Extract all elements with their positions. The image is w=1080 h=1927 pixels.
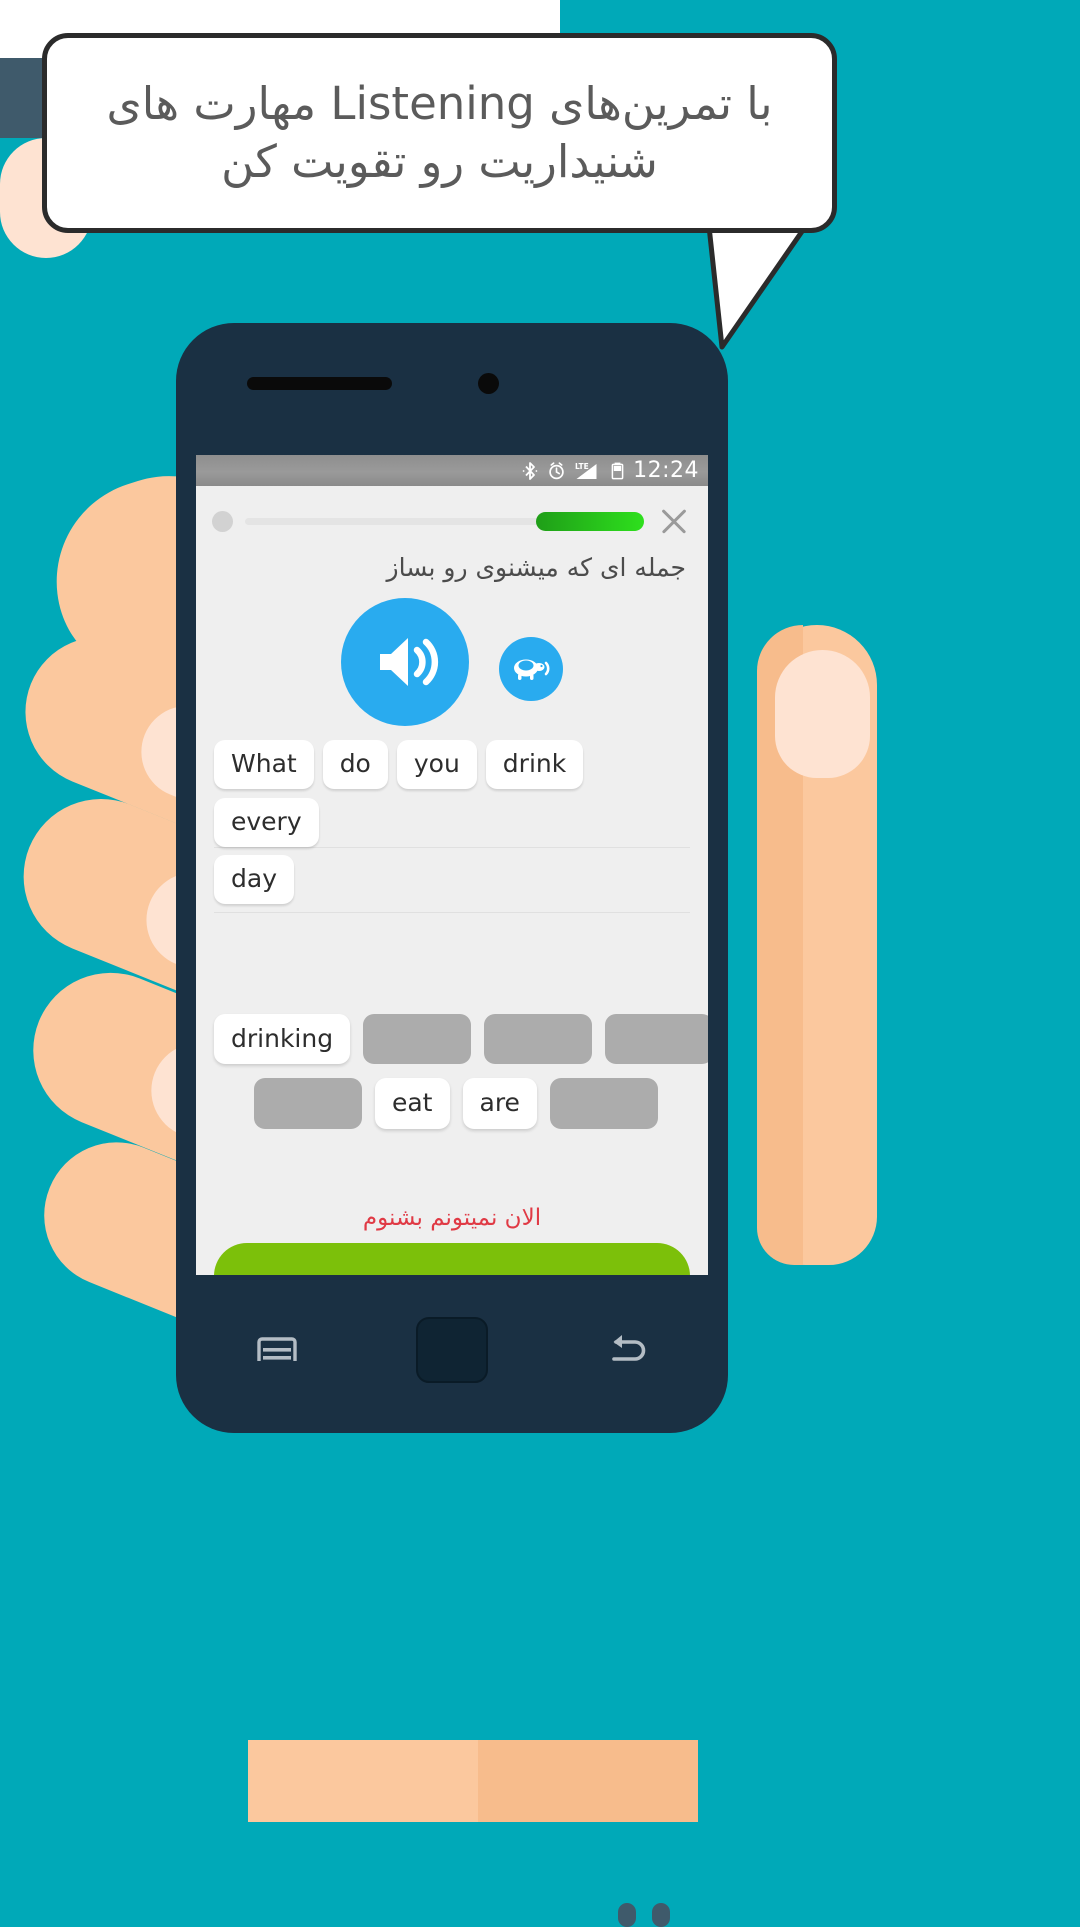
answer-word-tile[interactable]: every: [214, 797, 319, 847]
answer-line-1: What do you drink every: [214, 740, 690, 848]
word-bank-slot-empty: xxxxx: [484, 1013, 593, 1065]
answer-area: What do you drink every day: [196, 736, 708, 913]
answer-word-tile[interactable]: you: [396, 740, 477, 789]
phone-front-camera: [478, 373, 499, 394]
progress-fill: [536, 511, 644, 531]
recents-icon[interactable]: [254, 1330, 300, 1370]
close-icon[interactable]: [656, 503, 692, 539]
alarm-clock-icon: [549, 461, 564, 479]
cannot-listen-link[interactable]: الان نمیتونم بشنوم: [196, 1205, 708, 1231]
progress-track: [245, 511, 644, 531]
turtle-icon: [514, 659, 550, 680]
word-bank-tile[interactable]: are: [462, 1078, 537, 1129]
lte-signal-icon: LTE: [575, 462, 597, 479]
home-button[interactable]: [416, 1317, 488, 1383]
svg-text:LTE: LTE: [575, 462, 589, 471]
check-button[interactable]: بررسی: [214, 1243, 690, 1275]
lesson-progress-row: [196, 486, 708, 543]
word-bank-slot-empty: xxxxx: [605, 1013, 708, 1065]
word-bank: drinkingxxxxxxxxxxxxxxxxxxxx xxxxxeatare…: [196, 988, 708, 1129]
phone-screen: LTE 12:24 جمله ای که میشنوی رو بساز What…: [196, 455, 708, 1275]
back-icon[interactable]: [604, 1330, 650, 1370]
status-bar-clock: 12:24: [633, 457, 699, 483]
promo-headline: با تمرین‌های Listening مهارت های شنیداری…: [106, 77, 773, 188]
word-bank-tile[interactable]: drinking: [214, 1013, 351, 1065]
battery-icon: [611, 462, 624, 479]
word-bank-tile[interactable]: eat: [374, 1078, 450, 1129]
answer-word-tile[interactable]: What: [214, 740, 314, 789]
word-bank-row-1: drinkingxxxxxxxxxxxxxxxxxxxx: [214, 1013, 708, 1065]
android-nav-bar: [196, 1295, 708, 1405]
play-audio-button[interactable]: [341, 598, 469, 726]
avatar-eye-left: [618, 1903, 636, 1927]
audio-controls: [196, 582, 708, 736]
speaker-icon: [380, 638, 439, 686]
lesson-prompt: جمله ای که میشنوی رو بساز: [386, 553, 687, 582]
wrist-shadow: [478, 1740, 698, 1822]
word-bank-slot-empty: xxxxx: [549, 1078, 658, 1129]
answer-word-tile[interactable]: drink: [485, 740, 584, 789]
progress-start-dot: [212, 510, 233, 532]
avatar-eye-right: [652, 1903, 670, 1927]
answer-line-2: day: [214, 848, 690, 913]
answer-word-tile[interactable]: day: [214, 855, 294, 904]
answer-word-tile[interactable]: do: [322, 740, 388, 789]
word-bank-slot-empty: xxxxx: [363, 1013, 472, 1065]
word-bank-row-2: xxxxxeatarexxxxx: [214, 1078, 690, 1129]
word-bank-slot-empty: xxxxx: [254, 1078, 362, 1129]
play-slow-audio-button[interactable]: [499, 637, 563, 701]
bluetooth-icon: [522, 461, 538, 480]
promo-speech-bubble: با تمرین‌های Listening مهارت های شنیداری…: [42, 33, 837, 233]
thumbnail: [775, 650, 870, 778]
speech-bubble-tail: [704, 215, 816, 350]
phone-earpiece: [247, 377, 392, 390]
android-status-bar: LTE 12:24: [196, 455, 708, 486]
